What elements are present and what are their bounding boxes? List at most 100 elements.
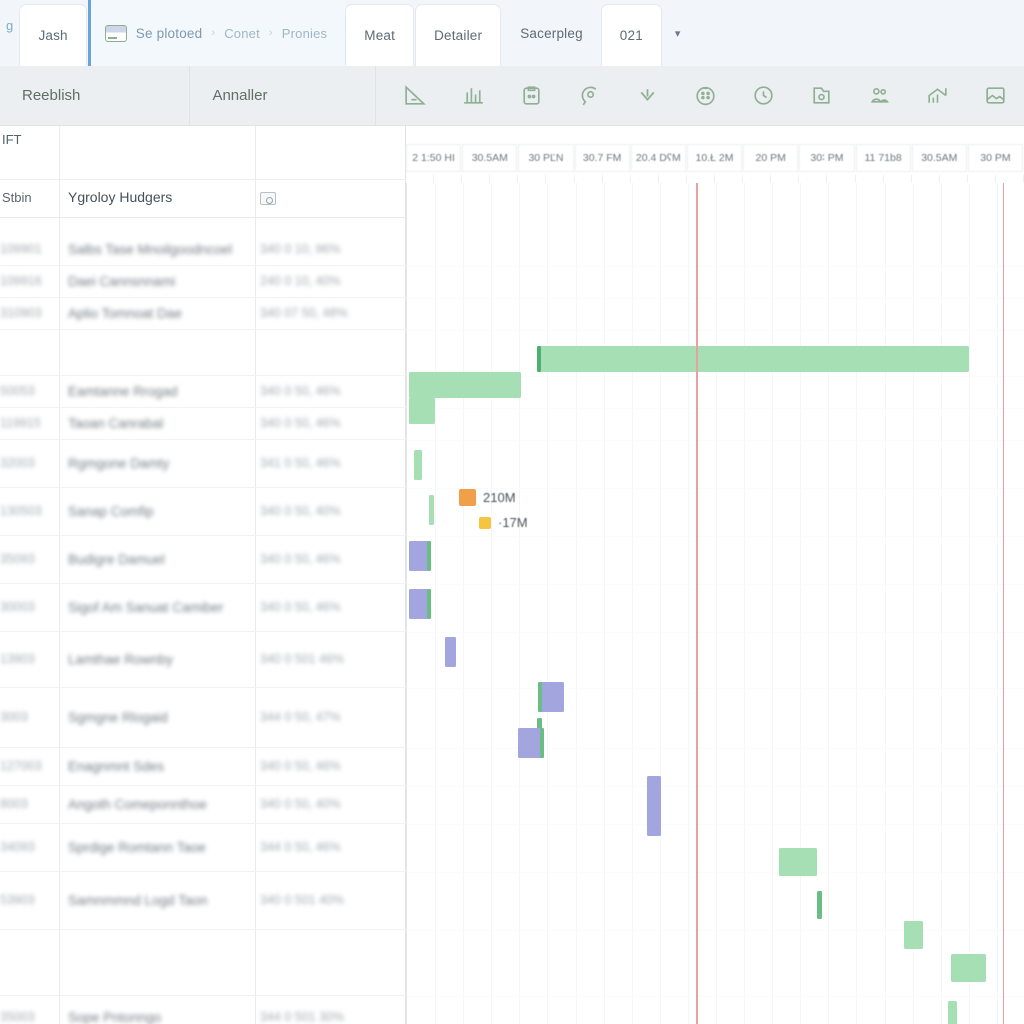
toolbar-icon-group bbox=[376, 66, 1024, 126]
gantt-bar[interactable] bbox=[409, 372, 521, 398]
row-id: 130503 bbox=[0, 504, 42, 518]
gantt-bar[interactable] bbox=[537, 346, 969, 372]
tab-edge-label[interactable]: g bbox=[0, 0, 19, 66]
vertical-gridline bbox=[997, 183, 998, 1024]
tab-sacerpleg[interactable]: Sacerpleg bbox=[502, 0, 601, 66]
table-row[interactable]: 127003 Enagnmnt Sdes 340 0 50, 46% bbox=[0, 748, 406, 786]
table-row[interactable] bbox=[0, 330, 406, 376]
tab-021[interactable]: 021 bbox=[600, 4, 662, 66]
breadcrumb-conet[interactable]: Conet bbox=[224, 26, 260, 41]
table-row[interactable]: 50053 Eamtanne Rrogad 340 0 50, 46% bbox=[0, 376, 406, 408]
location-pin-icon[interactable] bbox=[560, 66, 618, 126]
horizontal-gridline bbox=[407, 786, 1024, 787]
row-value: 340 0 50, 46% bbox=[260, 416, 341, 430]
group-users-icon[interactable] bbox=[850, 66, 908, 126]
toolbar: Reeblish Annaller bbox=[0, 65, 1024, 126]
timeline-tick bbox=[603, 175, 631, 183]
table-row[interactable]: 310903 Aplio Tomnoat Dae 340 07 50, 48% bbox=[0, 298, 406, 330]
row-id: 310903 bbox=[0, 306, 42, 320]
timeline-axis-label[interactable]: 30.7 FM bbox=[574, 144, 630, 172]
table-row[interactable]: 32003 Rgmgone Damty 341 0 50, 46% bbox=[0, 440, 406, 488]
gantt-bar[interactable] bbox=[904, 921, 923, 949]
chevron-down-circle-icon[interactable] bbox=[618, 66, 676, 126]
vertical-gridline bbox=[604, 183, 605, 1024]
vertical-gridline bbox=[547, 183, 548, 1024]
gantt-bar[interactable] bbox=[429, 495, 434, 525]
timeline-tick bbox=[687, 175, 716, 183]
house-chart-icon[interactable] bbox=[908, 66, 966, 126]
timeline-tick bbox=[771, 175, 800, 183]
gantt-bar[interactable] bbox=[951, 954, 986, 982]
timeline-tick bbox=[546, 175, 575, 183]
bar-chart-icon[interactable] bbox=[444, 66, 502, 126]
clipboard-icon[interactable] bbox=[502, 66, 560, 126]
timeline-axis-label[interactable]: 11 71b8 bbox=[855, 144, 911, 172]
table-row[interactable]: 35093 Budigre Damuel 340 0 50, 46% bbox=[0, 536, 406, 584]
gantt-plot-area[interactable]: 210M ·17M bbox=[406, 183, 1024, 1024]
tab-se-plotoed[interactable]: Se plotoed › Conet › Pronies bbox=[87, 0, 346, 66]
timeline-tick bbox=[715, 175, 744, 183]
row-value: 340 0 50, 46% bbox=[260, 759, 341, 773]
table-row[interactable]: 34093 Sprdige Romtann Taoe 344 0 50, 46% bbox=[0, 824, 406, 872]
gantt-bar[interactable] bbox=[414, 450, 422, 480]
gantt-bar[interactable] bbox=[647, 776, 661, 836]
row-value: 340 0 501 46% bbox=[260, 652, 345, 666]
timeline-tick bbox=[912, 175, 940, 183]
table-row[interactable]: 109901 Salbs Tase Mnoilgoodncoel 340 0 10,… bbox=[0, 234, 406, 266]
table-row[interactable]: 130503 Sanap Comfip 340 0 50, 40% bbox=[0, 488, 406, 536]
table-row[interactable]: 13903 Lamthae Rownby 340 0 501 46% bbox=[0, 632, 406, 688]
tab-detailer[interactable]: Detailer bbox=[415, 4, 502, 66]
row-value: 340 0 50, 40% bbox=[260, 504, 341, 518]
table-row[interactable] bbox=[0, 930, 406, 996]
timeline-axis-label[interactable]: 30 PM bbox=[967, 144, 1024, 172]
timeline-tick bbox=[799, 175, 828, 183]
timeline-tick bbox=[856, 175, 884, 183]
breadcrumb-pronies[interactable]: Pronies bbox=[282, 26, 327, 41]
gantt-bar[interactable] bbox=[445, 637, 456, 667]
horizontal-gridline bbox=[407, 440, 1024, 441]
vertical-gridline bbox=[913, 183, 914, 1024]
folder-camera-icon[interactable] bbox=[792, 66, 850, 126]
timeline-panel: 2 1:50 HI 30.5AM 30 PĽN 30.7 FM 20.4 DʕM 10.Ł… bbox=[406, 126, 1024, 1024]
gantt-bar[interactable] bbox=[409, 398, 435, 424]
table-row[interactable]: 119915 Taoan Canrabal 340 0 50, 46% bbox=[0, 408, 406, 440]
breadcrumb-separator-1: › bbox=[211, 27, 216, 39]
timeline-axis-label[interactable]: 30.5AM bbox=[462, 144, 518, 172]
row-value: 340 0 50, 46% bbox=[260, 552, 341, 566]
row-id: 13903 bbox=[0, 652, 35, 666]
eye-toggle-icon[interactable] bbox=[260, 192, 276, 205]
timeline-axis-label[interactable]: 20 PM bbox=[743, 144, 799, 172]
table-row[interactable]: 35003 Sope Pntonngo 344 0 501 30% bbox=[0, 996, 406, 1024]
row-name: Sprdige Romtann Taoe bbox=[68, 840, 206, 855]
table-row[interactable]: 30003 Sigof Am Sanuat Camiber 340 0 50, 46… bbox=[0, 584, 406, 632]
gantt-bar-accent bbox=[427, 541, 431, 571]
timeline-axis-label[interactable]: 30.5AM bbox=[911, 144, 967, 172]
vertical-gridline bbox=[688, 183, 689, 1024]
row-name: Enagnmnt Sdes bbox=[68, 759, 165, 774]
gantt-bar[interactable] bbox=[817, 891, 822, 919]
gantt-bar[interactable] bbox=[948, 1001, 957, 1024]
table-row[interactable]: 53903 Samnmmnd Logd Taon 340 0 501 40% bbox=[0, 872, 406, 930]
timeline-axis-label[interactable]: 30 PĽN bbox=[518, 144, 574, 172]
timeline-axis-label[interactable]: 30∶ PM bbox=[799, 144, 855, 172]
vertical-gridline bbox=[576, 183, 577, 1024]
timeline-axis-label[interactable]: 10.Ł 2M bbox=[686, 144, 743, 172]
tab-jash[interactable]: Jash bbox=[19, 4, 87, 66]
table-row[interactable]: 109916 Daei Cannsnnami 240 0 10, 40% bbox=[0, 266, 406, 298]
gantt-sheet: IFT Stbin Ygroloy Hudgers 109901 Salbs Ta… bbox=[0, 126, 1024, 1024]
timeline-axis-label[interactable]: 2 1:50 HI bbox=[406, 144, 462, 172]
timeline-tick-row bbox=[406, 175, 1024, 183]
clock-icon[interactable] bbox=[734, 66, 792, 126]
row-name: Samnmmnd Logd Taon bbox=[68, 893, 208, 908]
timeline-axis-label[interactable]: 20.4 DʕM bbox=[630, 144, 686, 172]
tab-meat[interactable]: Meat bbox=[345, 4, 415, 66]
table-row[interactable]: 8003 Angoth Comeponnthoe 340 0 50, 40% bbox=[0, 786, 406, 824]
smiley-face-icon[interactable] bbox=[676, 66, 734, 126]
table-row[interactable]: 3003 Sgmgne Rlogaid 344 0 50, 47% bbox=[0, 688, 406, 748]
image-card-icon[interactable] bbox=[966, 66, 1024, 126]
grid-corner-header: IFT bbox=[0, 126, 406, 180]
timeline-tick bbox=[827, 175, 856, 183]
chevron-down-icon[interactable]: ▾ bbox=[663, 0, 693, 66]
triangle-ruler-icon[interactable] bbox=[386, 66, 444, 126]
gantt-bar[interactable] bbox=[779, 848, 817, 876]
